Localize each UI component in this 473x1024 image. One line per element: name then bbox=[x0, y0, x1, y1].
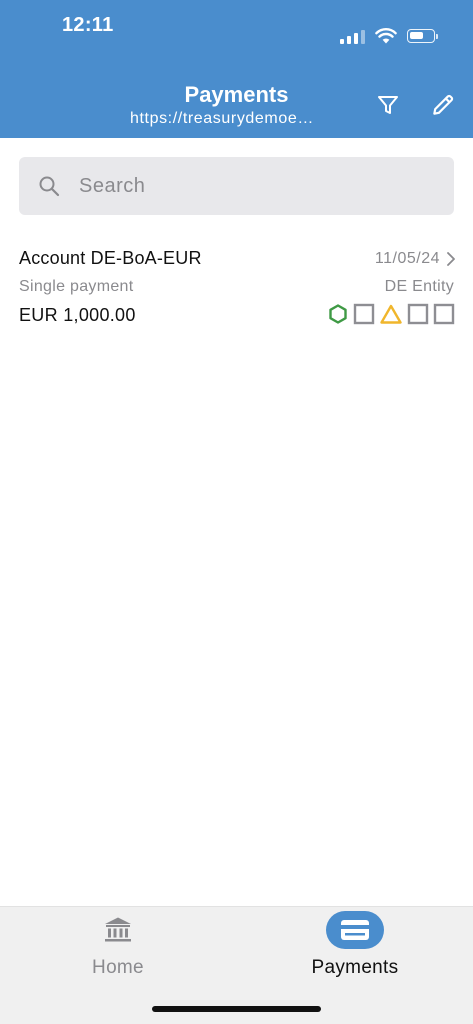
home-indicator bbox=[152, 1006, 321, 1012]
cellular-signal-icon bbox=[340, 28, 365, 44]
payment-date: 11/05/24 bbox=[374, 250, 440, 267]
hexagon-status-icon bbox=[329, 304, 347, 324]
page-subtitle-url: https://treasurydemoe… bbox=[130, 110, 314, 127]
tab-payments-label: Payments bbox=[311, 957, 399, 978]
payment-status-icons bbox=[327, 303, 455, 325]
search-input[interactable] bbox=[77, 157, 437, 215]
app-header: 12:11 Payments https://treasurydemoe… bbox=[0, 0, 473, 138]
payment-list-item[interactable]: Account DE-BoA-EUR 11/05/24 Single payme… bbox=[0, 238, 473, 338]
bank-icon bbox=[105, 917, 131, 942]
payment-account: Account DE-BoA-EUR bbox=[19, 248, 202, 268]
status-time: 12:11 bbox=[62, 14, 114, 36]
payment-amount: EUR 1,000.00 bbox=[19, 305, 136, 325]
status-icons bbox=[340, 24, 438, 44]
tab-home-label: Home bbox=[92, 957, 144, 978]
triangle-status-icon bbox=[380, 304, 402, 324]
tab-active-indicator bbox=[326, 911, 384, 949]
battery-icon bbox=[407, 29, 438, 43]
payment-entity: DE Entity bbox=[384, 278, 454, 295]
square-status-icon bbox=[353, 303, 375, 325]
wifi-icon bbox=[375, 28, 397, 44]
square-status-icon bbox=[433, 303, 455, 325]
payments-screen: 12:11 Payments https://treasurydemoe… Se… bbox=[0, 0, 473, 1024]
filter-icon bbox=[378, 96, 398, 114]
pencil-icon bbox=[433, 94, 454, 115]
filter-button[interactable] bbox=[373, 90, 403, 120]
search-bar bbox=[19, 157, 454, 215]
square-status-icon bbox=[407, 303, 429, 325]
chevron-right-icon bbox=[447, 252, 455, 266]
tab-payments[interactable]: Payments bbox=[237, 907, 473, 997]
credit-card-icon bbox=[341, 920, 369, 940]
search-icon bbox=[39, 176, 60, 197]
tab-home[interactable]: Home bbox=[0, 907, 236, 997]
edit-button[interactable] bbox=[428, 90, 458, 120]
payment-type: Single payment bbox=[19, 278, 134, 295]
